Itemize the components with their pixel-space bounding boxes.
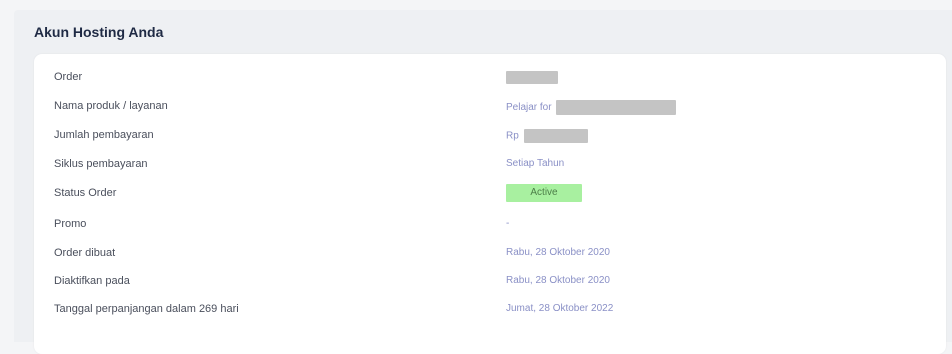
payment-amount-label: Jumlah pembayaran (54, 129, 154, 141)
status-badge: Active (506, 184, 582, 202)
promo-value: - (506, 218, 510, 229)
billing-cycle-value: Setiap Tahun (506, 158, 565, 169)
detail-row-billing-cycle: Siklus pembayaran Setiap Tahun (34, 155, 946, 175)
detail-row-order-created: Order dibuat Rabu, 28 Oktober 2020 (34, 244, 946, 264)
hosting-account-panel: Akun Hosting Anda Order Nama produk / la… (14, 10, 952, 354)
product-name: Pelajar for (506, 102, 552, 114)
product-value: Pelajar for (506, 100, 677, 115)
redacted-product-name (556, 100, 677, 115)
activated-label: Diaktifkan pada (54, 275, 130, 287)
redacted-order-id (506, 71, 558, 84)
renewal-value: Jumat, 28 Oktober 2022 (506, 303, 614, 314)
renewal-label: Tanggal perpanjangan dalam 269 hari (54, 303, 239, 315)
panel-title: Akun Hosting Anda (34, 24, 164, 40)
detail-row-payment-amount: Jumlah pembayaran Rp (34, 126, 946, 146)
product-label: Nama produk / layanan (54, 100, 168, 112)
order-value (506, 71, 558, 84)
detail-row-activated: Diaktifkan pada Rabu, 28 Oktober 2020 (34, 272, 946, 292)
activated-value: Rabu, 28 Oktober 2020 (506, 275, 610, 286)
payment-amount-value: Rp (506, 129, 588, 143)
promo-label: Promo (54, 218, 87, 230)
detail-row-product: Nama produk / layanan Pelajar for (34, 97, 946, 117)
order-label: Order (54, 71, 83, 83)
order-details-card: Order Nama produk / layanan Pelajar for … (34, 54, 946, 354)
billing-cycle-label: Siklus pembayaran (54, 158, 148, 170)
redacted-amount (523, 129, 588, 143)
status-label: Status Order (54, 187, 117, 199)
order-created-value: Rabu, 28 Oktober 2020 (506, 247, 610, 258)
detail-row-renewal: Tanggal perpanjangan dalam 269 hari Juma… (34, 300, 946, 320)
detail-row-status: Status Order Active (34, 184, 946, 204)
currency-prefix: Rp (506, 130, 519, 142)
detail-row-order: Order (34, 68, 946, 88)
detail-row-promo: Promo - (34, 215, 946, 235)
order-created-label: Order dibuat (54, 247, 116, 259)
